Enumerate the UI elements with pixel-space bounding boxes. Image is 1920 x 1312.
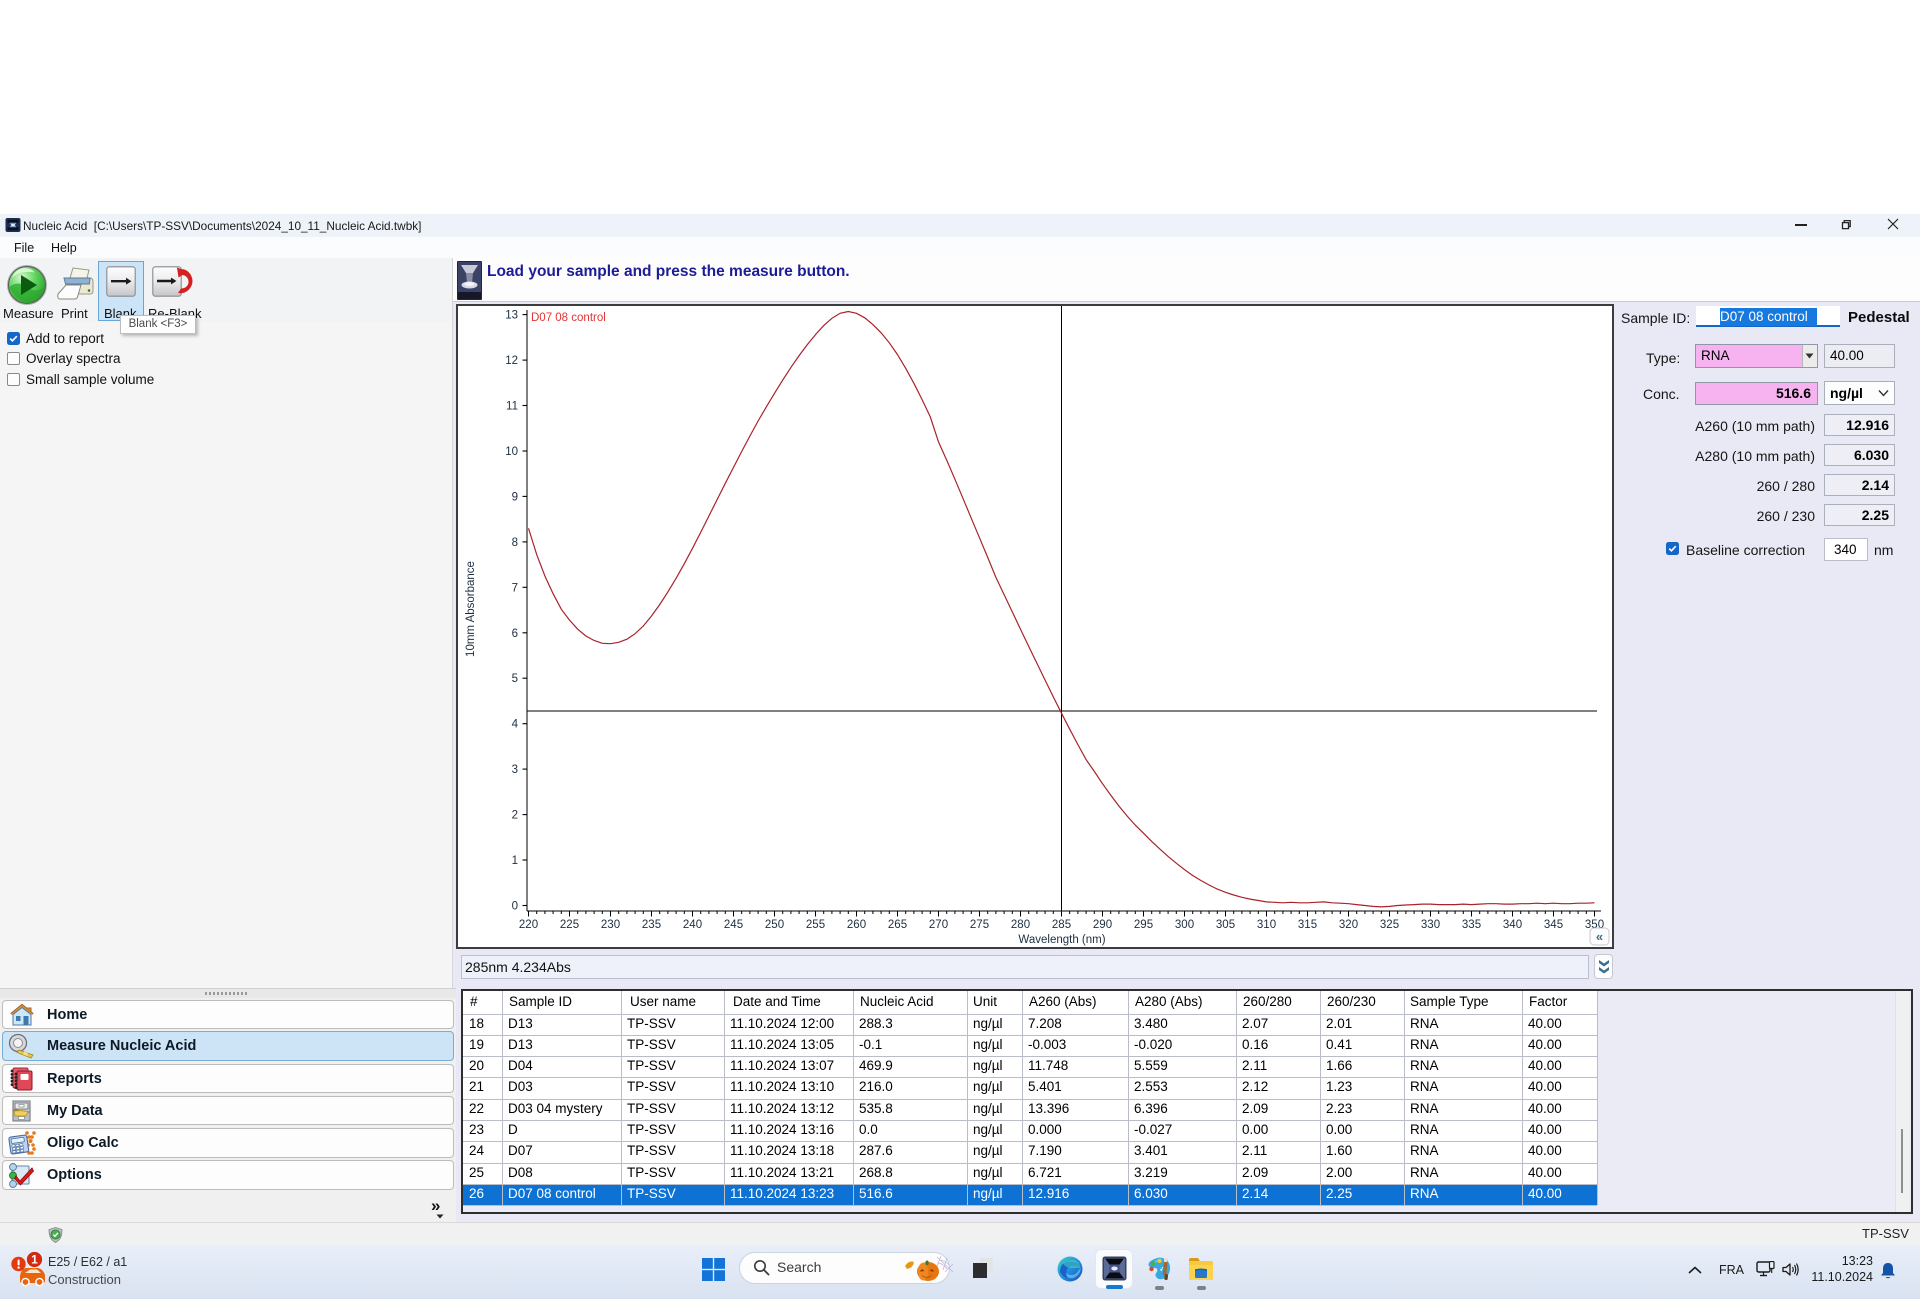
svg-text:240: 240 [683, 919, 702, 931]
svg-text:300: 300 [1175, 919, 1194, 931]
svg-text:3: 3 [512, 764, 518, 776]
svg-text:275: 275 [970, 919, 989, 931]
svg-text:D07 08 control: D07 08 control [531, 312, 606, 324]
svg-text:235: 235 [642, 919, 661, 931]
svg-text:11: 11 [506, 401, 518, 413]
svg-text:7: 7 [512, 582, 518, 594]
svg-text:315: 315 [1298, 919, 1317, 931]
svg-text:220: 220 [519, 919, 538, 931]
svg-text:Wavelength (nm): Wavelength (nm) [1018, 934, 1105, 946]
svg-text:230: 230 [601, 919, 620, 931]
svg-text:12: 12 [505, 355, 518, 367]
svg-text:«: « [1596, 929, 1603, 944]
svg-text:265: 265 [888, 919, 907, 931]
svg-text:1: 1 [512, 855, 518, 867]
svg-text:345: 345 [1544, 919, 1563, 931]
svg-text:10: 10 [505, 446, 518, 458]
svg-text:13: 13 [505, 310, 518, 322]
svg-text:320: 320 [1339, 919, 1358, 931]
svg-text:2: 2 [512, 810, 518, 822]
svg-text:0: 0 [512, 901, 518, 913]
svg-text:260: 260 [847, 919, 866, 931]
svg-text:335: 335 [1462, 919, 1481, 931]
svg-text:310: 310 [1257, 919, 1276, 931]
svg-text:245: 245 [724, 919, 743, 931]
svg-text:325: 325 [1380, 919, 1399, 931]
svg-text:295: 295 [1134, 919, 1153, 931]
svg-text:225: 225 [560, 919, 579, 931]
svg-text:270: 270 [929, 919, 948, 931]
svg-text:10mm Absorbance: 10mm Absorbance [465, 561, 477, 657]
svg-text:255: 255 [806, 919, 825, 931]
svg-text:340: 340 [1503, 919, 1522, 931]
svg-text:250: 250 [765, 919, 784, 931]
svg-text:330: 330 [1421, 919, 1440, 931]
svg-text:280: 280 [1011, 919, 1030, 931]
svg-text:6: 6 [512, 628, 518, 640]
svg-text:290: 290 [1093, 919, 1112, 931]
svg-text:1: 1 [31, 1253, 38, 1267]
svg-text:5: 5 [512, 673, 518, 685]
svg-text:285: 285 [1052, 919, 1071, 931]
svg-text:305: 305 [1216, 919, 1235, 931]
svg-text:9: 9 [512, 491, 518, 503]
svg-text:4: 4 [512, 719, 519, 731]
svg-text:8: 8 [512, 537, 518, 549]
